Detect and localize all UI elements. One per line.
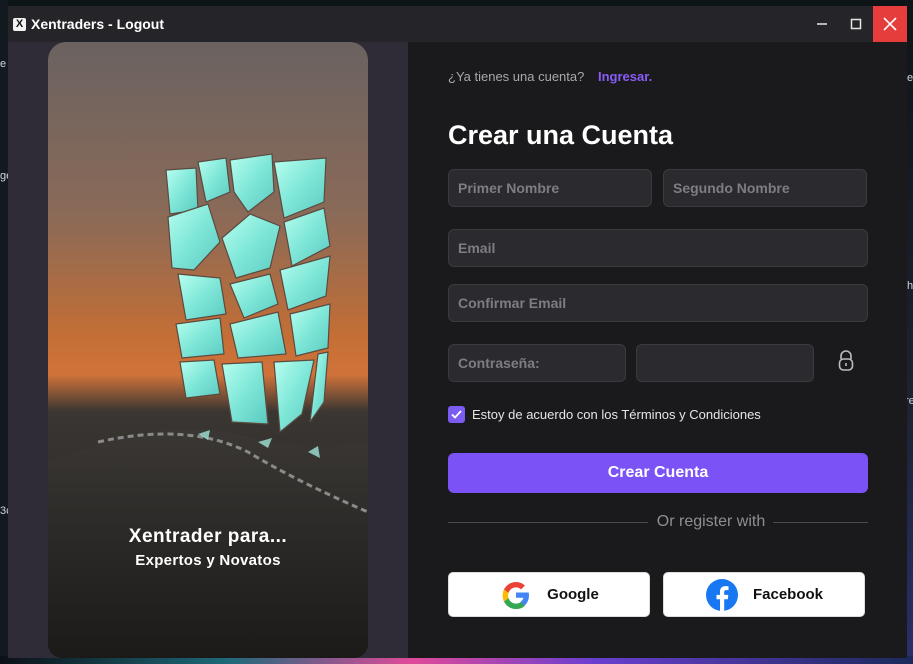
login-link[interactable]: Ingresar. xyxy=(598,69,652,84)
check-icon xyxy=(451,410,462,419)
desktop-text-fragment: e xyxy=(907,72,913,84)
app-logo-icon: X xyxy=(13,17,26,31)
google-button[interactable]: Google xyxy=(448,572,650,617)
close-icon xyxy=(883,17,897,31)
page-title: Crear una Cuenta xyxy=(448,120,674,150)
divider-right xyxy=(773,522,868,523)
terms-checkbox[interactable] xyxy=(448,406,465,423)
desktop-left-edge xyxy=(0,0,8,664)
signup-panel: ¿Ya tienes una cuenta? Ingresar. Crear u… xyxy=(408,42,907,658)
window-title: Xentraders - Logout xyxy=(31,16,165,32)
password-field[interactable] xyxy=(448,344,626,382)
confirm-password-field[interactable] xyxy=(636,344,814,382)
facebook-icon xyxy=(705,578,739,612)
app-window: X Xentraders - Logout Xentrader para... … xyxy=(8,6,907,658)
desktop-text-fragment: h xyxy=(907,280,913,292)
hero-title: Xentrader para... xyxy=(128,526,288,547)
minimize-icon xyxy=(817,23,827,25)
hero-subtitle: Expertos y Novatos xyxy=(135,552,281,569)
divider-left xyxy=(448,522,648,523)
window-controls xyxy=(805,6,907,42)
second-name-field[interactable] xyxy=(663,169,867,207)
close-button[interactable] xyxy=(873,6,907,42)
maximize-button[interactable] xyxy=(839,6,873,42)
facebook-button[interactable]: Facebook xyxy=(663,572,865,617)
create-account-button[interactable]: Crear Cuenta xyxy=(448,453,868,493)
google-label: Google xyxy=(547,586,599,603)
toggle-password-visibility-button[interactable] xyxy=(832,346,860,376)
hero-image: Xentrader para... Expertos y Novatos xyxy=(48,42,368,658)
login-prompt: ¿Ya tienes una cuenta? xyxy=(448,69,585,84)
google-icon xyxy=(499,578,533,612)
or-register-text: Or register with xyxy=(656,513,766,530)
minimize-button[interactable] xyxy=(805,6,839,42)
email-field[interactable] xyxy=(448,229,868,267)
facebook-label: Facebook xyxy=(752,586,824,603)
left-panel: Xentrader para... Expertos y Novatos xyxy=(8,42,408,658)
terms-row: Estoy de acuerdo con los Términos y Cond… xyxy=(448,406,761,423)
login-prompt-row: ¿Ya tienes una cuenta? Ingresar. xyxy=(448,69,652,84)
title-bar[interactable]: X Xentraders - Logout xyxy=(8,6,907,42)
confirm-email-field[interactable] xyxy=(448,284,868,322)
terms-label: Estoy de acuerdo con los Términos y Cond… xyxy=(472,407,761,422)
desktop-text-fragment: e xyxy=(0,58,7,70)
maximize-icon xyxy=(850,18,862,30)
first-name-field[interactable] xyxy=(448,169,652,207)
lock-icon xyxy=(838,350,854,371)
